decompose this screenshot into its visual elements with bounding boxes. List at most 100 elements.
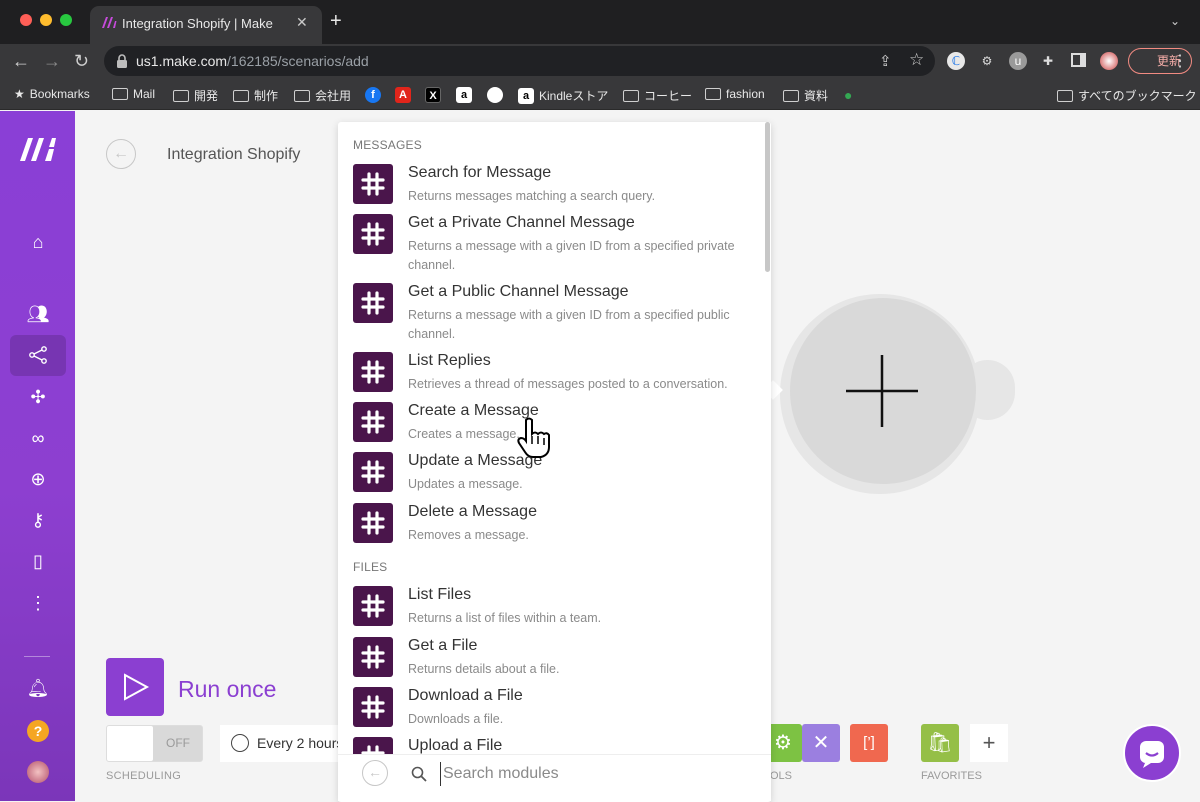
extension-u-icon[interactable]: u <box>1009 52 1027 70</box>
bookmark-facebook[interactable]: f <box>365 87 381 103</box>
folder-icon <box>705 88 721 100</box>
bookmark-kindle[interactable]: a Kindleストア <box>518 87 608 104</box>
maximize-window-button[interactable] <box>60 14 72 26</box>
module-description: Returns a message with a given ID from a… <box>408 308 730 341</box>
module-title: Get a File <box>408 637 478 654</box>
star-icon: ★ <box>14 87 25 101</box>
bookmark-folder[interactable]: コーヒー <box>623 87 692 104</box>
slack-icon <box>353 586 393 626</box>
forward-arrow-icon[interactable]: → <box>43 50 61 72</box>
share-nodes-icon <box>29 346 47 364</box>
reload-icon[interactable]: ↻ <box>74 50 89 72</box>
bookmark-folder[interactable]: 開発 <box>173 87 218 104</box>
more-menu-icon[interactable]: ⋮ <box>1172 51 1188 71</box>
devices-phone-icon[interactable]: ▯ <box>26 549 50 573</box>
tools-text-parser-icon[interactable]: [’] <box>850 724 888 762</box>
clock-icon <box>231 734 249 752</box>
hand-pointer-cursor-icon <box>517 417 550 458</box>
search-modules-input[interactable] <box>440 762 740 786</box>
bookmarks-manager[interactable]: ★ Bookmarks <box>14 87 90 101</box>
bookmark-maps[interactable]: ● <box>844 87 852 103</box>
toggle-state: OFF <box>166 736 190 750</box>
all-bookmarks[interactable]: すべてのブックマーク <box>1057 87 1197 104</box>
back-arrow-button[interactable]: ← <box>106 139 136 169</box>
bookmark-amazon[interactable]: a <box>456 87 472 103</box>
home-icon[interactable]: ⌂ <box>26 230 50 254</box>
tab-title: Integration Shopify | Make <box>122 16 273 31</box>
x-icon: X <box>425 87 441 103</box>
profile-avatar[interactable] <box>1100 52 1118 70</box>
help-question-icon[interactable]: ? <box>27 720 49 742</box>
extension-icon[interactable]: ℂ <box>947 52 965 70</box>
bookmark-apple[interactable] <box>487 87 503 103</box>
new-tab-icon[interactable]: + <box>330 10 342 32</box>
make-favicon-icon <box>102 17 117 28</box>
module-title: Get a Private Channel Message <box>408 214 635 231</box>
tab-list-chevron-icon[interactable]: ⌄ <box>1170 14 1180 28</box>
add-favorite-button[interactable]: + <box>970 724 1008 762</box>
run-once-button[interactable] <box>106 658 164 716</box>
folder-icon <box>173 89 189 102</box>
adobe-icon: A <box>395 87 411 103</box>
user-avatar[interactable] <box>27 761 49 783</box>
sidebar-divider <box>24 656 50 657</box>
keys-icon[interactable]: ⚷ <box>26 508 50 532</box>
tools-label: OLS <box>770 770 793 782</box>
more-dots-icon[interactable]: ⋮ <box>26 591 50 615</box>
apple-icon <box>487 87 503 103</box>
close-window-button[interactable] <box>20 14 32 26</box>
section-label-messages: MESSAGES <box>353 138 422 152</box>
folder-icon <box>294 89 310 102</box>
slack-icon <box>353 283 393 323</box>
make-logo-icon[interactable] <box>20 137 56 161</box>
run-once-label[interactable]: Run once <box>178 676 276 703</box>
amazon-icon: a <box>518 87 534 104</box>
bookmark-folder[interactable]: 制作 <box>233 87 278 104</box>
chat-bubble-icon <box>1140 741 1164 768</box>
folder-icon <box>783 89 799 102</box>
schedule-text: Every 2 hours <box>257 735 344 751</box>
bookmark-x[interactable]: X <box>425 87 441 103</box>
close-tab-icon[interactable]: ✕ <box>296 14 308 31</box>
section-label-files: FILES <box>353 560 388 574</box>
slack-icon <box>353 452 393 492</box>
minimize-window-button[interactable] <box>40 14 52 26</box>
settings-gear-icon[interactable]: ⚙ <box>978 52 996 70</box>
module-description: Returns details about a file. <box>408 662 560 676</box>
webhooks-globe-icon[interactable]: ⊕ <box>26 467 50 491</box>
bookmark-adobe[interactable]: A <box>395 87 411 103</box>
amazon-icon: a <box>456 87 472 103</box>
scheduling-label: SCHEDULING <box>106 770 182 782</box>
slack-icon <box>353 637 393 677</box>
plus-icon <box>846 355 918 427</box>
back-arrow-icon[interactable]: ← <box>12 50 30 72</box>
map-pin-icon: ● <box>844 87 853 103</box>
notifications-bell-icon[interactable]: 🔔︎ <box>26 676 50 700</box>
module-description: Returns a message with a given ID from a… <box>408 239 735 272</box>
toggle-knob <box>107 726 153 761</box>
panel-scrollbar[interactable] <box>765 122 770 272</box>
lock-icon <box>117 54 127 68</box>
shopify-icon[interactable]: 🛍︎ <box>921 724 959 762</box>
share-icon[interactable]: ⇪ <box>879 52 892 70</box>
module-title: List Replies <box>408 352 491 369</box>
folder-icon <box>112 88 128 100</box>
scenario-title[interactable]: Integration Shopify <box>167 146 300 164</box>
chat-help-button[interactable] <box>1123 724 1181 782</box>
team-users-icon[interactable]: 👥︎ <box>26 302 50 326</box>
bookmark-folder[interactable]: Mail <box>112 87 155 101</box>
url-text: us1.make.com/162185/scenarios/add <box>136 53 369 69</box>
module-title: Upload a File <box>408 737 503 754</box>
back-arrow-button[interactable]: ← <box>362 760 388 786</box>
bookmark-folder[interactable]: 資料 <box>783 87 828 104</box>
puzzle-extensions-icon[interactable]: ✚ <box>1039 52 1057 70</box>
bookmark-star-icon[interactable]: ☆ <box>909 50 924 70</box>
side-panel-icon[interactable] <box>1071 53 1086 67</box>
connections-link-icon[interactable]: ∞ <box>26 426 50 450</box>
tools-flow-control-icon[interactable]: ✕ <box>802 724 840 762</box>
bookmark-folder[interactable]: 会社用 <box>294 87 351 104</box>
puzzle-templates-icon[interactable]: ✣ <box>26 385 50 409</box>
module-title: Delete a Message <box>408 503 537 520</box>
module-description: Removes a message. <box>408 528 529 542</box>
bookmark-folder[interactable]: fashion <box>705 87 765 101</box>
